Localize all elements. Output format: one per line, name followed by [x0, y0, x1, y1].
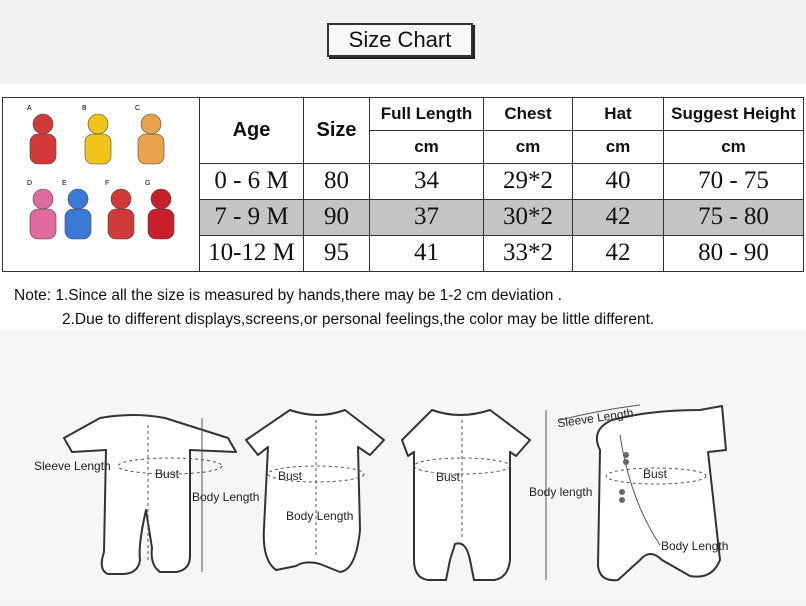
cell-size: 95 — [303, 234, 370, 273]
cell-chest: 29*2 — [483, 162, 573, 200]
header-suggest-height: Suggest Height — [663, 97, 804, 131]
label-body-length: Body length — [529, 485, 593, 499]
thumbnail-letter: F — [105, 180, 109, 187]
header-hat: Hat — [572, 97, 664, 131]
romper-thumbnail-f: F — [105, 180, 135, 240]
unit-suggest-height: cm — [663, 129, 804, 164]
thumbnail-letter: C — [135, 105, 140, 112]
label-body-length: Body Length — [286, 509, 354, 523]
header-chest: Chest — [483, 97, 573, 131]
cell-full-length: 34 — [369, 162, 484, 200]
label-sleeve-length: Sleeve Length — [34, 459, 111, 473]
cell-height: 75 - 80 — [663, 198, 804, 236]
cell-height: 80 - 90 — [663, 234, 804, 273]
cell-height: 70 - 75 — [663, 162, 804, 200]
thumbnail-letter: E — [62, 180, 67, 187]
bodysuit-outline — [245, 409, 385, 573]
unit-chest: cm — [483, 129, 573, 164]
thumbnail-hat — [32, 188, 54, 210]
cell-chest: 33*2 — [483, 234, 573, 273]
thumbnail-letter: A — [27, 105, 32, 112]
note: Note: 1.Since all the size is measured b… — [14, 284, 654, 332]
cell-size: 90 — [303, 198, 370, 236]
header-age: Age — [199, 97, 304, 164]
label-bust: Bust — [643, 467, 668, 481]
thumbnail-body — [137, 133, 165, 165]
thumbnail-letter: G — [145, 180, 150, 187]
cell-full-length: 41 — [369, 234, 484, 273]
thumbnail-letter: D — [27, 180, 32, 187]
romper-thumbnail-b: B — [82, 105, 112, 165]
label-bust: Bust — [278, 469, 303, 483]
cell-age: 0 - 6 M — [199, 162, 304, 200]
romper-thumbnail-e: E — [62, 180, 92, 240]
thumbnail-body — [84, 133, 112, 165]
romper-thumbnail-d: D — [27, 180, 57, 240]
thumbnail-hat — [87, 113, 109, 135]
romper-thumbnail-c: C — [135, 105, 165, 165]
thumbnail-body — [147, 208, 175, 240]
thumbnail-letter: B — [82, 105, 87, 112]
cell-age: 10-12 M — [199, 234, 304, 273]
thumbnail-hat — [150, 188, 172, 210]
garment-diagrams-illustration — [63, 404, 727, 582]
label-bust: Bust — [155, 467, 180, 481]
kimono-romper-outline — [596, 405, 727, 582]
note-line-2: 2.Due to different displays,screens,or p… — [62, 311, 655, 328]
label-body-length: Body Length — [661, 539, 729, 553]
unit-full-length: cm — [369, 129, 484, 164]
cell-hat: 40 — [572, 162, 664, 200]
romper-short-sleeve-outline — [401, 409, 531, 581]
cell-full-length: 37 — [369, 198, 484, 236]
label-bust: Bust — [436, 470, 461, 484]
rompers-thumbnail-image: A B C D E F G — [27, 105, 175, 240]
note-line-1: Note: 1.Since all the size is measured b… — [14, 287, 562, 304]
header-size: Size — [303, 97, 370, 164]
size-table: A B C D E F G Age Size Full Length Chest Hat S… — [2, 97, 804, 273]
thumbnail-hat — [140, 113, 162, 135]
unit-hat: cm — [572, 129, 664, 164]
thumbnail-hat — [67, 188, 89, 210]
header-full-length: Full Length — [369, 97, 484, 131]
romper-thumbnail-a: A — [27, 105, 57, 165]
cell-chest: 30*2 — [483, 198, 573, 236]
thumbnail-body — [64, 208, 92, 240]
romper-thumbnail-g: G — [145, 180, 175, 240]
thumbnail-body — [107, 208, 135, 240]
thumbnail-body — [29, 133, 57, 165]
cell-hat: 42 — [572, 198, 664, 236]
thumbnail-hat — [32, 113, 54, 135]
thumbnail-body — [29, 208, 57, 240]
cell-age: 7 - 9 M — [199, 198, 304, 236]
measurement-diagrams: Sleeve Length Bust Body Length Bust Body… — [0, 335, 806, 601]
cell-size: 80 — [303, 162, 370, 200]
product-thumbnails: A B C D E F G — [2, 97, 200, 272]
page-title: Size Chart — [327, 23, 473, 57]
cell-hat: 42 — [572, 234, 664, 273]
label-body-length: Body Length — [192, 490, 260, 504]
thumbnail-hat — [110, 188, 132, 210]
